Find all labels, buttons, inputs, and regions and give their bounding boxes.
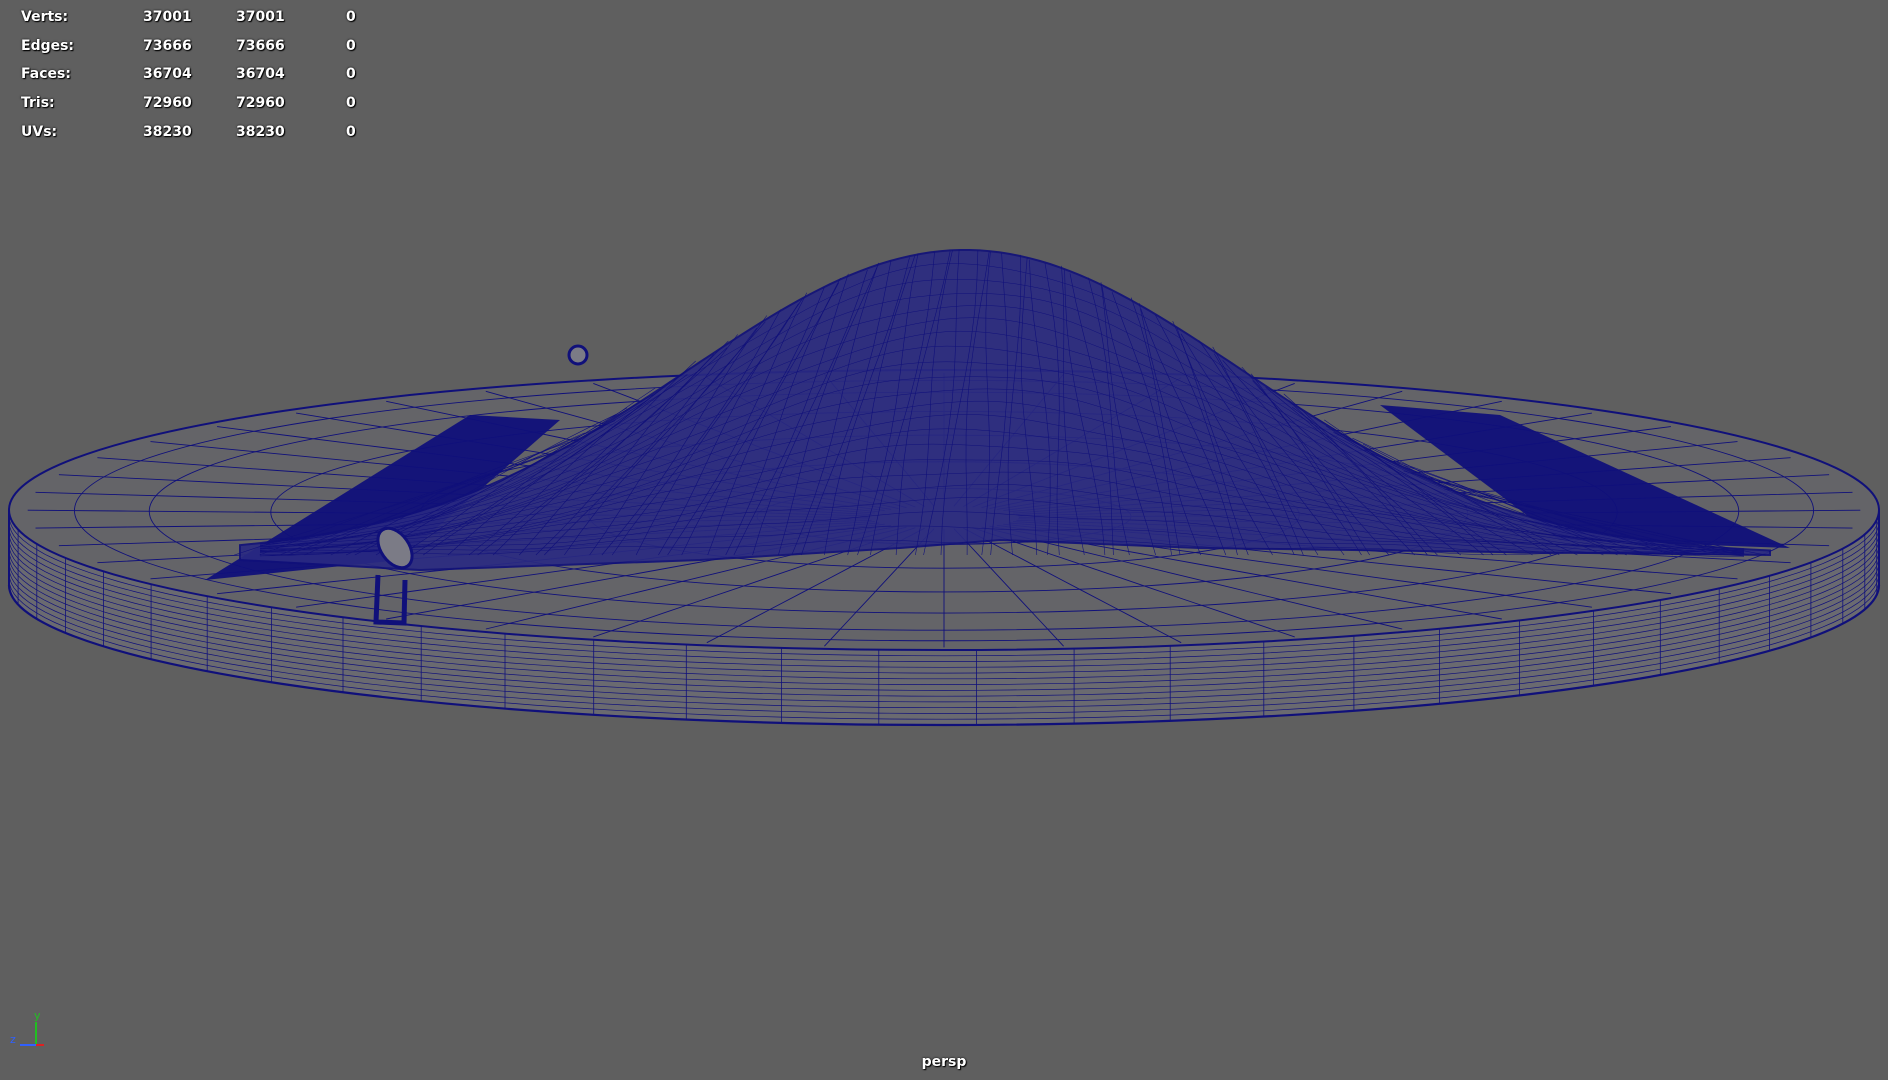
stat-label: UVs:: [21, 123, 58, 140]
poly-count-hud: Verts: 37001 37001 0 Edges: 73666 73666 0 Faces:…: [21, 3, 376, 146]
pipe-top-knob: [567, 344, 589, 366]
axis-z-label: z: [10, 1033, 16, 1046]
stat-label: Faces:: [21, 66, 71, 83]
stat-value-extra: 0: [346, 66, 356, 83]
stat-value-total: 36704: [143, 66, 192, 83]
stat-value-total: 38230: [143, 123, 192, 140]
stat-value-selected: 37001: [236, 9, 285, 26]
stat-value-extra: 0: [346, 9, 356, 26]
stat-row: UVs: 38230 38230 0: [21, 117, 376, 146]
scene-wireframe: [7, 249, 1881, 727]
stat-row: Edges: 73666 73666 0: [21, 32, 376, 61]
axis-y-label: y: [34, 1009, 41, 1022]
stat-row: Tris: 72960 72960 0: [21, 89, 376, 118]
stat-label: Edges:: [21, 37, 75, 54]
stat-row: Faces: 36704 36704 0: [21, 60, 376, 89]
stat-value-selected: 72960: [236, 95, 285, 112]
3d-viewport[interactable]: [0, 0, 1888, 1080]
stat-value-extra: 0: [346, 37, 356, 54]
stat-value-extra: 0: [346, 123, 356, 140]
stat-value-total: 72960: [143, 95, 192, 112]
stat-value-extra: 0: [346, 95, 356, 112]
stat-value-selected: 36704: [236, 66, 285, 83]
axis-gizmo: y z: [10, 1009, 44, 1046]
stat-row: Verts: 37001 37001 0: [21, 3, 376, 32]
camera-name-label: persp: [921, 1054, 967, 1070]
stat-label: Verts:: [21, 9, 69, 26]
stat-value-selected: 73666: [236, 37, 285, 54]
stat-value-total: 37001: [143, 9, 192, 26]
stat-label: Tris:: [21, 95, 55, 112]
stat-value-selected: 38230: [236, 123, 285, 140]
stat-value-total: 73666: [143, 37, 192, 54]
